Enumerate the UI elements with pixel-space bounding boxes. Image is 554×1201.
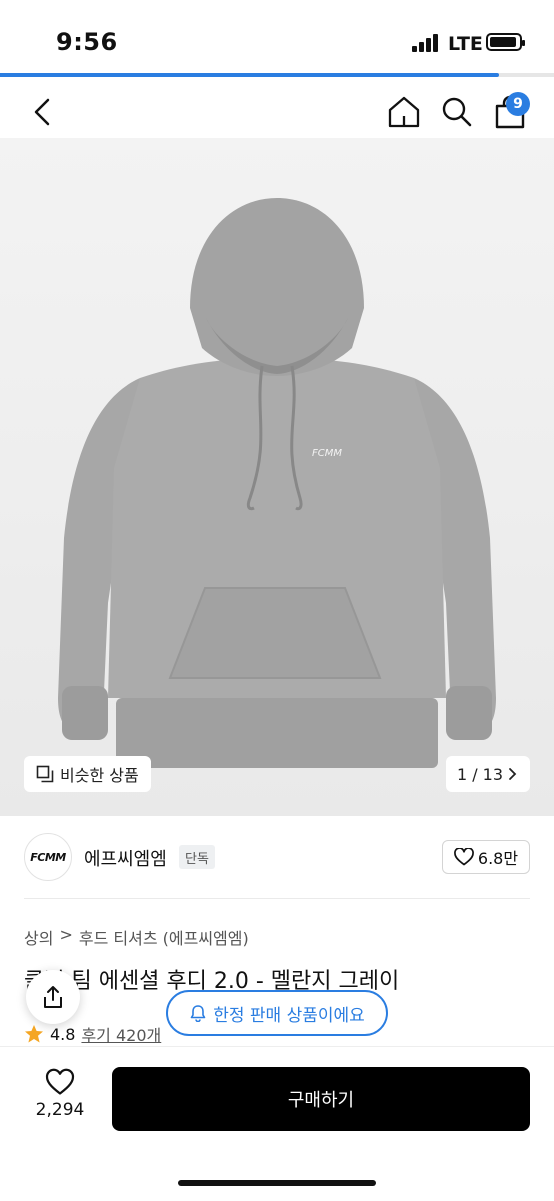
brand-logo[interactable]: FCMM xyxy=(24,833,72,881)
limited-sale-notice[interactable]: 한정 판매 상품이에요 xyxy=(166,990,388,1036)
page-progress-bar xyxy=(0,73,554,77)
brand-like-button[interactable]: 6.8만 xyxy=(442,840,530,874)
buy-button[interactable]: 구매하기 xyxy=(112,1067,530,1131)
heart-icon xyxy=(454,848,474,866)
image-pager[interactable]: 1 / 13 xyxy=(446,756,530,792)
status-bar: 9:56 LTE xyxy=(0,0,554,78)
share-icon xyxy=(44,986,62,1008)
product-image[interactable]: FCMM xyxy=(0,138,554,816)
bell-icon xyxy=(190,1005,206,1022)
share-button[interactable] xyxy=(26,970,80,1024)
search-button[interactable] xyxy=(437,92,477,132)
exclusive-badge: 단독 xyxy=(179,845,215,869)
reviews-link[interactable]: 후기 420개 xyxy=(81,1022,161,1046)
network-label: LTE xyxy=(448,33,483,55)
wishlist-button[interactable]: 2,294 xyxy=(30,1068,90,1128)
similar-products-label: 비슷한 상품 xyxy=(60,766,139,785)
signal-icon xyxy=(412,34,444,52)
cart-count-badge: 9 xyxy=(506,92,530,116)
similar-products-button[interactable]: 비슷한 상품 xyxy=(24,756,151,792)
home-icon xyxy=(388,96,420,128)
rating-row: 4.8 후기 420개 xyxy=(24,1022,161,1046)
copy-icon xyxy=(36,765,54,783)
battery-icon xyxy=(486,33,525,51)
page-progress-fill xyxy=(0,73,499,77)
brand-like-count: 6.8만 xyxy=(477,849,519,868)
divider xyxy=(24,898,530,899)
image-pager-text: 1 / 13 xyxy=(456,764,504,784)
breadcrumb: 상의 > 후드 티셔츠 (에프씨엠엠) xyxy=(24,925,249,949)
wishlist-count: 2,294 xyxy=(35,1100,85,1120)
breadcrumb-category[interactable]: 상의 xyxy=(24,925,53,949)
hoodie-illustration: FCMM xyxy=(0,138,554,816)
home-button[interactable] xyxy=(384,92,424,132)
home-indicator xyxy=(178,1180,376,1186)
chevron-right-icon xyxy=(509,768,517,780)
star-icon xyxy=(25,1025,43,1043)
heart-icon xyxy=(45,1068,75,1095)
limited-sale-label: 한정 판매 상품이에요 xyxy=(213,1005,365,1026)
status-time: 9:56 xyxy=(56,28,118,56)
rating-value: 4.8 xyxy=(50,1024,76,1044)
svg-text:FCMM: FCMM xyxy=(312,448,342,459)
search-icon xyxy=(442,97,472,127)
back-button[interactable] xyxy=(22,92,62,132)
chevron-left-icon xyxy=(34,98,50,126)
brand-name[interactable]: 에프씨엠엠 xyxy=(84,845,167,871)
breadcrumb-subcategory[interactable]: 후드 티셔츠 (에프씨엠엠) xyxy=(79,925,249,949)
breadcrumb-separator: > xyxy=(59,925,73,944)
